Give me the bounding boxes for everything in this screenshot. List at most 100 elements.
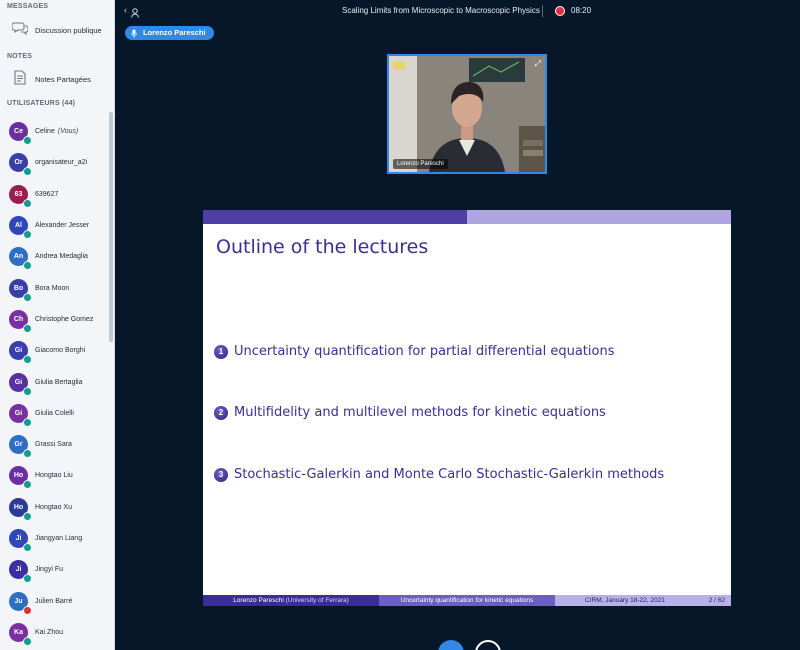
avatar-initials: Ka	[14, 628, 23, 636]
shared-notes-item[interactable]: Notes Partagées	[0, 65, 112, 93]
avatar: Gi	[9, 403, 32, 427]
avatar-initials: Gi	[14, 347, 23, 355]
avatar-initials: An	[13, 253, 24, 261]
user-name: Kai Zhou	[35, 629, 63, 636]
footer-venue-block: CIRM, January 18-22, 2021 2 / 62	[555, 595, 731, 606]
footer-page: 2 / 62	[708, 597, 725, 604]
avatar-initials: Ji	[15, 535, 22, 542]
avatar-initials: Gr	[14, 441, 23, 449]
public-chat-item[interactable]: Discussion publique	[0, 16, 112, 44]
slide-heading: Outline of the lectures	[216, 236, 429, 258]
avatar: Ji	[9, 529, 32, 552]
user-name: Giulia Colelli	[35, 410, 74, 417]
user-list-item[interactable]: An Andrea Medaglia	[0, 241, 110, 272]
user-list-item[interactable]: Ju Julien Barré	[0, 585, 110, 616]
avatar: 63	[9, 184, 32, 208]
user-name-text: Bora Moon	[35, 284, 70, 292]
avatar-initials: Gi	[14, 378, 23, 386]
slide-header-bar-left	[203, 210, 467, 224]
avatar: An	[9, 247, 32, 271]
record-icon[interactable]	[555, 6, 565, 16]
avatar-initials: Or	[14, 159, 23, 167]
footer-affiliation: (University of Ferrara)	[285, 597, 349, 604]
user-list-item[interactable]: Gr Grassi Sara	[0, 429, 110, 460]
user-name-text: Alexander Jesser	[35, 222, 90, 230]
slide-header-bar-right	[467, 210, 731, 224]
user-name: Alexander Jesser	[35, 222, 89, 229]
user-name: organisateur_a2i	[35, 159, 87, 166]
presenter-badge: Lorenzo Pareschi	[125, 26, 214, 40]
shared-notes-label: Notes Partagées	[35, 74, 91, 84]
user-name: Giacomo Borghi	[35, 347, 85, 354]
status-badge	[23, 230, 32, 240]
avatar: Or	[9, 153, 32, 177]
user-list-item[interactable]: Ji Jiangyan Liang	[0, 523, 110, 554]
status-badge	[23, 605, 32, 615]
user-list-item[interactable]: 63 639627	[0, 179, 110, 210]
presenter-video[interactable]: ⤢ Lorenzo Pareschi	[387, 54, 547, 174]
audio-button[interactable]	[438, 640, 464, 650]
user-name: Giulia Bertaglia	[35, 379, 82, 386]
user-list-item[interactable]: Ce Celine (Vous)	[0, 116, 110, 147]
user-name: Hongtao Xu	[35, 504, 72, 511]
status-badge	[23, 261, 32, 271]
outline-item: 1 Uncertainty quantification for partial…	[214, 344, 614, 359]
avatar: Ch	[9, 309, 32, 333]
status-badge	[23, 417, 32, 427]
user-name-text: 639627	[35, 190, 59, 198]
fullscreen-icon[interactable]: ⤢	[535, 59, 541, 69]
user-you-tag: (Vous)	[57, 128, 79, 136]
user-list-item[interactable]: Bo Bora Moon	[0, 272, 110, 303]
footer-author: Lorenzo Pareschi	[233, 597, 284, 604]
user-list-item[interactable]: Gi Giulia Bertaglia	[0, 366, 110, 397]
user-name: Christophe Gomez	[35, 316, 93, 323]
avatar: Bo	[9, 278, 32, 302]
status-badge	[23, 543, 32, 552]
user-list-item[interactable]: Ch Christophe Gomez	[0, 304, 110, 335]
status-badge	[23, 167, 32, 177]
user-icon	[131, 5, 139, 18]
user-list-item[interactable]: Ho Hongtao Liu	[0, 460, 110, 491]
user-name-text: Celine	[35, 128, 55, 136]
avatar: Ce	[9, 122, 32, 146]
presenter-name: Lorenzo Pareschi	[143, 28, 206, 37]
status-badge	[23, 386, 32, 396]
avatar: Gi	[9, 372, 32, 396]
sidebar-scrollbar[interactable]	[109, 112, 113, 342]
user-list-item[interactable]: Or organisateur_a2i	[0, 147, 110, 178]
avatar: Ka	[9, 622, 32, 646]
user-name-text: organisateur_a2i	[35, 159, 88, 167]
user-name-text: Hongtao Xu	[35, 503, 72, 511]
user-name: Jiangyan Liang	[35, 535, 82, 542]
slide-footer: Lorenzo Pareschi (University of Ferrara)…	[203, 595, 731, 606]
user-name: Bora Moon	[35, 285, 69, 292]
avatar-initials: 63	[14, 190, 23, 198]
avatar-initials: Ce	[14, 128, 23, 136]
footer-venue: CIRM, January 18-22, 2021	[585, 597, 665, 604]
status-badge	[23, 292, 32, 302]
user-list-item[interactable]: Gi Giulia Colelli	[0, 398, 110, 429]
avatar: Ho	[9, 466, 32, 490]
user-list-item[interactable]: Ho Hongtao Xu	[0, 492, 110, 523]
user-name: Jingyi Fu	[35, 566, 63, 573]
user-list: Ce Celine (Vous) Or organisateur_a2i 63 639627…	[0, 116, 110, 648]
footer-topic: Uncertainty quantification for kinetic e…	[379, 595, 555, 606]
outline-item: 2 Multifidelity and multilevel methods f…	[214, 405, 606, 420]
user-list-item[interactable]: Ji Jingyi Fu	[0, 554, 110, 585]
outline-item: 3 Stochastic-Galerkin and Monte Carlo St…	[214, 467, 664, 482]
notes-icon	[11, 70, 29, 88]
avatar-initials: Ho	[13, 472, 24, 480]
status-badge	[23, 574, 32, 584]
status-badge	[23, 636, 32, 646]
camera-button[interactable]	[475, 640, 501, 650]
sidebar: MESSAGES Discussion publique NOTES Notes…	[0, 0, 115, 650]
user-list-item[interactable]: Al Alexander Jesser	[0, 210, 110, 241]
microphone-icon	[131, 29, 137, 38]
footer-author-block: Lorenzo Pareschi (University of Ferrara)	[203, 595, 379, 606]
user-name: Grassi Sara	[35, 441, 72, 448]
user-list-item[interactable]: Ka Kai Zhou	[0, 617, 110, 648]
user-list-item[interactable]: Gi Giacomo Borghi	[0, 335, 110, 366]
status-badge	[23, 355, 32, 365]
user-name: Celine (Vous)	[35, 128, 78, 135]
chevron-left-icon[interactable]: ‹	[124, 5, 127, 15]
